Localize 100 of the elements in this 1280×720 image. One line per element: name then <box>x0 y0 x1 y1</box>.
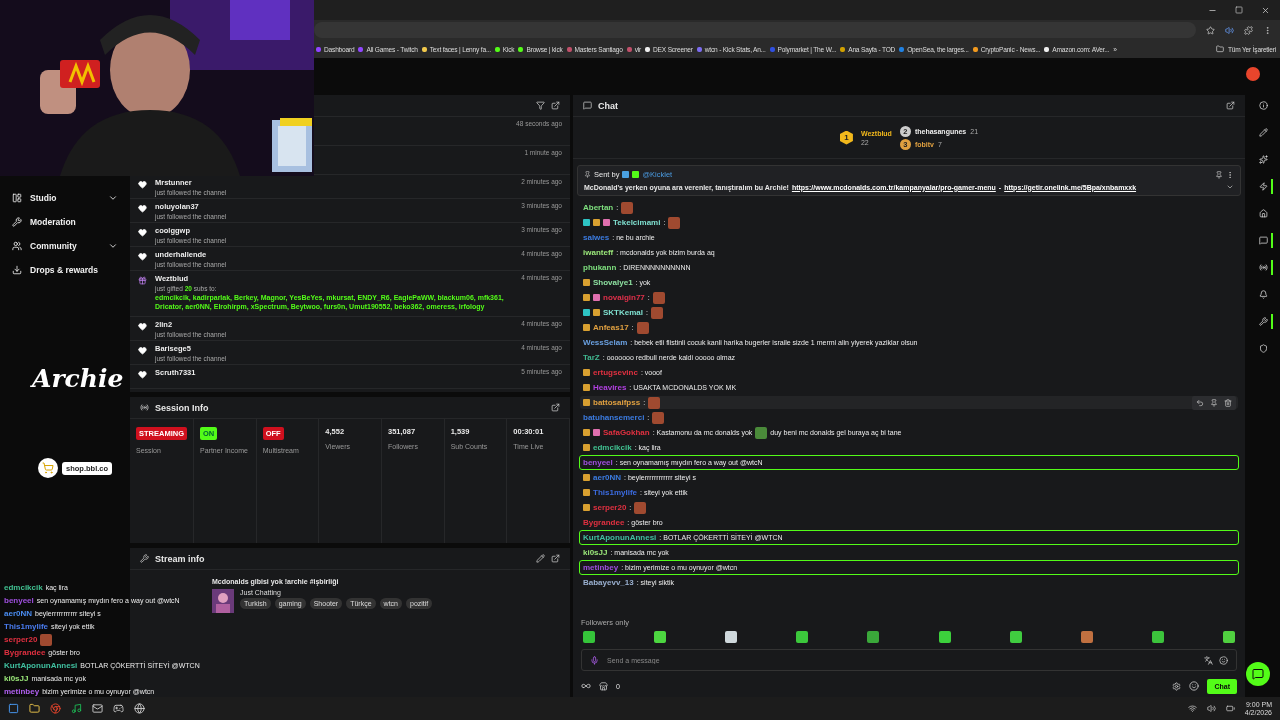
username[interactable]: TarZ <box>583 353 600 362</box>
cart-icon <box>38 458 58 478</box>
popout-icon[interactable] <box>551 101 560 110</box>
username[interactable]: batuhansemerci <box>583 413 645 422</box>
username[interactable]: ertugsevinc <box>593 368 638 377</box>
globe-icon[interactable] <box>134 703 145 714</box>
heart-icon <box>138 252 147 261</box>
menu-icon[interactable] <box>1263 25 1272 35</box>
smile-icon[interactable] <box>1219 655 1228 665</box>
username[interactable]: iwanteff <box>583 248 614 257</box>
infinity-icon[interactable] <box>581 681 591 691</box>
translate-icon[interactable] <box>1204 655 1213 665</box>
settings-icon[interactable] <box>1172 681 1182 691</box>
emote-icon[interactable] <box>1009 631 1022 643</box>
game-icon[interactable] <box>113 703 124 714</box>
volume-icon <box>1206 704 1216 713</box>
edit-icon[interactable] <box>536 554 545 563</box>
bot-badge <box>622 171 630 178</box>
username[interactable]: salwes <box>583 233 610 242</box>
emote-icon[interactable] <box>938 631 951 643</box>
music-icon[interactable] <box>71 703 82 714</box>
logo-icon[interactable] <box>1246 67 1260 81</box>
undo-icon[interactable] <box>1196 399 1204 407</box>
store-icon[interactable] <box>599 681 608 691</box>
username: serper20 <box>4 635 38 644</box>
sidebar-item[interactable]: Moderation <box>12 214 130 230</box>
username[interactable]: aer0NN <box>593 473 621 482</box>
sidebar-icon <box>12 265 22 275</box>
username: This1mylife <box>4 622 48 631</box>
puzzle-icon[interactable] <box>1244 25 1253 35</box>
browser-icon[interactable] <box>50 703 61 714</box>
username[interactable]: Abertan <box>583 203 614 212</box>
battery-icon <box>1225 704 1235 713</box>
emote-icon[interactable] <box>1151 631 1164 643</box>
username[interactable]: novaigin77 <box>603 293 645 302</box>
chevron-icon[interactable] <box>1226 183 1234 191</box>
menu-icon[interactable] <box>1226 170 1234 179</box>
username: metinbey <box>4 687 40 696</box>
username[interactable]: ki0sJJ <box>583 548 608 557</box>
emote-icon[interactable] <box>867 631 880 643</box>
username[interactable]: KurtAponunAnnesi <box>583 533 657 542</box>
verified-badge <box>632 171 640 178</box>
panel-title: Session Info <box>155 402 210 413</box>
wrench-icon <box>140 554 149 563</box>
username: aer0NN <box>4 609 32 618</box>
popout-icon[interactable] <box>1226 101 1235 110</box>
star-icon[interactable] <box>1206 25 1215 35</box>
username[interactable]: Heavires <box>593 383 627 392</box>
panel-title: Stream info <box>155 553 206 564</box>
chat-icon <box>583 101 592 110</box>
username[interactable]: edmcikcik <box>593 443 632 452</box>
emote-icon[interactable] <box>796 631 809 643</box>
username[interactable]: metinbey <box>583 563 619 572</box>
username[interactable]: This1mylife <box>593 488 637 497</box>
delete-icon[interactable] <box>1224 399 1232 407</box>
username[interactable]: battosaifpss <box>593 398 641 407</box>
username[interactable]: SafaGokhan <box>603 428 650 437</box>
username[interactable]: Shovalye1 <box>593 278 633 287</box>
folder-icon[interactable] <box>29 703 40 714</box>
chat-bubble-icon[interactable] <box>1252 668 1264 680</box>
popout-icon[interactable] <box>551 554 560 563</box>
gift-icon <box>138 276 147 285</box>
emote-icon[interactable] <box>654 631 667 643</box>
maximize-icon[interactable] <box>1235 6 1243 14</box>
mail-icon[interactable] <box>92 703 103 714</box>
username[interactable]: benyeel <box>583 458 613 467</box>
pin-icon[interactable] <box>1210 399 1218 407</box>
pin-icon[interactable] <box>1215 170 1223 179</box>
heart-icon <box>138 228 147 237</box>
sidebar-item[interactable]: Drops & rewards <box>12 262 130 278</box>
sidebar-icon <box>12 193 22 203</box>
filter-icon[interactable] <box>536 101 545 110</box>
username: KurtAponunAnnesi <box>4 661 78 670</box>
emote-icon[interactable] <box>1189 681 1200 691</box>
username[interactable]: Babayevv_13 <box>583 578 634 587</box>
popout-icon[interactable] <box>551 403 560 412</box>
sound-icon[interactable] <box>1225 25 1234 35</box>
emote-icon[interactable] <box>725 631 738 643</box>
wifi-icon <box>1187 704 1197 713</box>
start-icon[interactable] <box>8 703 19 714</box>
username: benyeel <box>4 596 34 605</box>
username[interactable]: Bygrandee <box>583 518 625 527</box>
username[interactable]: WessSelam <box>583 338 628 347</box>
username[interactable]: phukann <box>583 263 617 272</box>
rank-badge: 1 <box>839 130 853 145</box>
folder-icon <box>1215 45 1224 53</box>
panel-title: Chat <box>598 100 619 111</box>
username[interactable]: Anfeas17 <box>593 323 629 332</box>
username[interactable]: serper20 <box>593 503 627 512</box>
username: edmcikcik <box>4 583 43 592</box>
close-icon[interactable] <box>1261 5 1270 15</box>
microphone-icon[interactable] <box>590 655 599 665</box>
username: Bygrandee <box>4 648 46 657</box>
username[interactable]: Tekelcimami <box>613 218 661 227</box>
sidebar-icon <box>12 217 22 227</box>
sidebar-item[interactable]: Community <box>12 238 130 254</box>
chevron-icon <box>108 193 118 203</box>
sidebar-item[interactable]: Studio <box>12 190 130 206</box>
username[interactable]: SKTKemal <box>603 308 643 317</box>
username: ki0sJJ <box>4 674 29 683</box>
